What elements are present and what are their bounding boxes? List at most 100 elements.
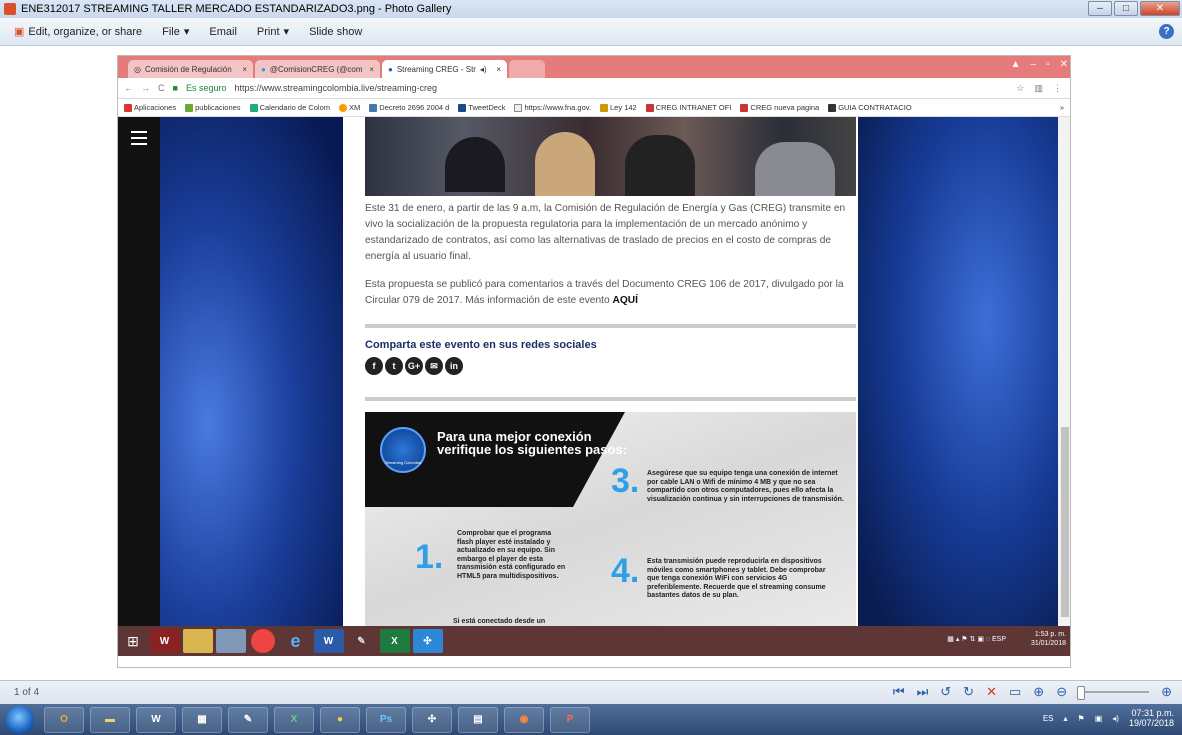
reload-icon[interactable]: C: [158, 83, 165, 93]
menu-slideshow[interactable]: Slide show: [309, 26, 362, 38]
star-icon[interactable]: ☆: [1016, 83, 1024, 94]
user-icon[interactable]: ▲: [1011, 59, 1021, 70]
word-icon[interactable]: W: [313, 629, 344, 653]
menu-print[interactable]: Print ▾: [257, 25, 289, 39]
extension-icon[interactable]: ▥: [1034, 83, 1043, 94]
zoom-out-icon[interactable]: ⊖: [1056, 684, 1067, 700]
back-icon[interactable]: ←: [124, 83, 133, 93]
start-button[interactable]: [6, 705, 34, 734]
facebook-icon[interactable]: f: [365, 357, 383, 375]
volume-icon[interactable]: ◂): [1112, 714, 1119, 723]
firefox-icon[interactable]: ◉: [504, 706, 544, 733]
bookmark-creg-nueva[interactable]: CREG nueva pagina: [740, 103, 819, 112]
divider: [365, 324, 856, 328]
hamburger-menu-icon[interactable]: [118, 117, 160, 157]
tab-twitter[interactable]: ● @ComisionCREG (@com ×: [255, 60, 380, 78]
windows-start-icon[interactable]: ⊞: [118, 633, 148, 650]
network-icon[interactable]: ✣: [412, 706, 452, 733]
bookmark-apps[interactable]: Aplicaciones: [124, 103, 176, 112]
calculator-icon[interactable]: ▦: [182, 706, 222, 733]
inner-tray-icons: ▦ ▴ ⚑ ⇅ ▣ ◌ ESP: [947, 636, 1006, 643]
fit-icon[interactable]: ⊕: [1033, 684, 1044, 700]
outlook-icon[interactable]: O: [44, 706, 84, 733]
url-input[interactable]: https://www.streamingcolombia.live/strea…: [234, 83, 437, 93]
previous-icon[interactable]: ⏮: [893, 684, 905, 700]
flag-icon[interactable]: ⚑: [1078, 714, 1085, 723]
ie-icon[interactable]: e: [281, 629, 311, 653]
zoom-slider[interactable]: [1077, 686, 1150, 700]
bookmark-tweetdeck[interactable]: TweetDeck: [458, 103, 505, 112]
bookmark-publicaciones[interactable]: publicaciones: [185, 103, 241, 112]
email-icon[interactable]: ✉: [425, 357, 443, 375]
maximize-button[interactable]: □: [1114, 1, 1138, 16]
close-tab-icon[interactable]: ×: [496, 65, 501, 74]
twitter-icon[interactable]: t: [385, 357, 403, 375]
bookmark-fna[interactable]: https://www.fna.gov.: [514, 103, 591, 112]
powerpoint-icon[interactable]: P: [550, 706, 590, 733]
excel-icon[interactable]: X: [274, 706, 314, 733]
article-paragraph: Esta propuesta se publicó para comentari…: [365, 279, 844, 306]
bookmark-ley142[interactable]: Ley 142: [600, 103, 637, 112]
event-photo: [365, 117, 856, 196]
linkedin-icon[interactable]: in: [445, 357, 463, 375]
scrollbar[interactable]: [1058, 117, 1070, 626]
close-tab-icon[interactable]: ×: [369, 65, 374, 74]
forward-icon[interactable]: →: [141, 83, 150, 93]
minimize-button[interactable]: –: [1088, 1, 1112, 16]
explorer-icon[interactable]: ▬: [90, 706, 130, 733]
paint-icon[interactable]: ✎: [228, 706, 268, 733]
more-icon[interactable]: ⋮: [1053, 83, 1062, 94]
photoshop-icon[interactable]: Ps: [366, 706, 406, 733]
language-indicator[interactable]: ES: [1043, 714, 1054, 723]
tab-streaming[interactable]: ● Streaming CREG - Str ◂) ×: [382, 60, 507, 78]
tab-creg[interactable]: ◎ Comisión de Regulación ×: [128, 60, 253, 78]
chevron-down-icon: ▾: [183, 26, 190, 38]
browser-minimize-button[interactable]: –: [1031, 59, 1037, 70]
bookmark-xm[interactable]: XM: [339, 103, 360, 112]
close-tab-icon[interactable]: ×: [242, 65, 247, 74]
rotate-right-icon[interactable]: ↻: [963, 684, 974, 700]
bookmark-creg-intranet[interactable]: CREG INTRANET OFI: [645, 103, 731, 112]
scrollbar-thumb[interactable]: [1061, 427, 1069, 617]
address-bar: ← → C ■ Es seguro https://www.streamingc…: [118, 78, 1070, 99]
rotate-left-icon[interactable]: ↺: [940, 684, 951, 700]
bookmark-guia[interactable]: GUIA CONTRATACIO: [828, 103, 912, 112]
chrome-icon[interactable]: [251, 629, 275, 653]
paint-icon[interactable]: ✎: [347, 629, 377, 653]
more-info-link[interactable]: AQUÍ: [612, 295, 637, 306]
folder-icon[interactable]: [182, 629, 213, 653]
browser-window-controls: ▲ – ▫ ✕: [1011, 59, 1068, 70]
new-tab-button[interactable]: [509, 60, 545, 78]
bookmark-decreto[interactable]: Decreto 2696 2004 d: [369, 103, 449, 112]
app-icon[interactable]: W: [149, 629, 180, 653]
menu-edit-organize[interactable]: ▣ Edit, organize, or share: [14, 25, 142, 39]
close-button[interactable]: ✕: [1140, 1, 1180, 16]
help-icon[interactable]: ?: [1159, 24, 1174, 39]
inner-taskbar: ⊞ W e W ✎ X ✣ ▦ ▴ ⚑ ⇅ ▣ ◌ ESP 1:53 p. m.…: [118, 626, 1070, 656]
step-number: 3.: [611, 462, 640, 500]
windows-taskbar: O ▬ W ▦ ✎ X ● Ps ✣ ▤ ◉ P ES ▴ ⚑ ▣ ◂) 07:…: [0, 704, 1182, 735]
more-bookmarks-icon[interactable]: »: [1060, 103, 1064, 112]
bookmark-calendario[interactable]: Calendario de Colom: [249, 103, 330, 112]
browser-maximize-button[interactable]: ▫: [1046, 59, 1050, 70]
article: Este 31 de enero, a partir de las 9 a.m,…: [343, 117, 858, 626]
word-icon[interactable]: W: [136, 706, 176, 733]
menu-file[interactable]: File ▾: [162, 25, 190, 39]
calculator-icon[interactable]: [215, 629, 246, 653]
zoom-in-icon[interactable]: ⊕: [1161, 684, 1172, 700]
clock[interactable]: 07:31 p.m. 19/07/2018: [1129, 708, 1174, 728]
excel-icon[interactable]: X: [379, 629, 410, 653]
google-plus-icon[interactable]: G+: [405, 357, 423, 375]
window-controls: – □ ✕: [1088, 1, 1180, 16]
browser-close-button[interactable]: ✕: [1060, 59, 1068, 70]
network-tray-icon[interactable]: ▣: [1095, 714, 1103, 723]
network-icon[interactable]: ✣: [412, 629, 443, 653]
chrome-icon[interactable]: ●: [320, 706, 360, 733]
next-icon[interactable]: ⏭: [917, 684, 929, 700]
infographic-title: Para una mejor conexión verifique los si…: [437, 429, 627, 457]
delete-icon[interactable]: ✕: [986, 684, 997, 700]
tray-arrow-icon[interactable]: ▴: [1064, 714, 1068, 723]
menu-email[interactable]: Email: [209, 26, 237, 38]
slideshow-icon[interactable]: ▭: [1009, 684, 1021, 700]
photo-gallery-icon[interactable]: ▤: [458, 706, 498, 733]
